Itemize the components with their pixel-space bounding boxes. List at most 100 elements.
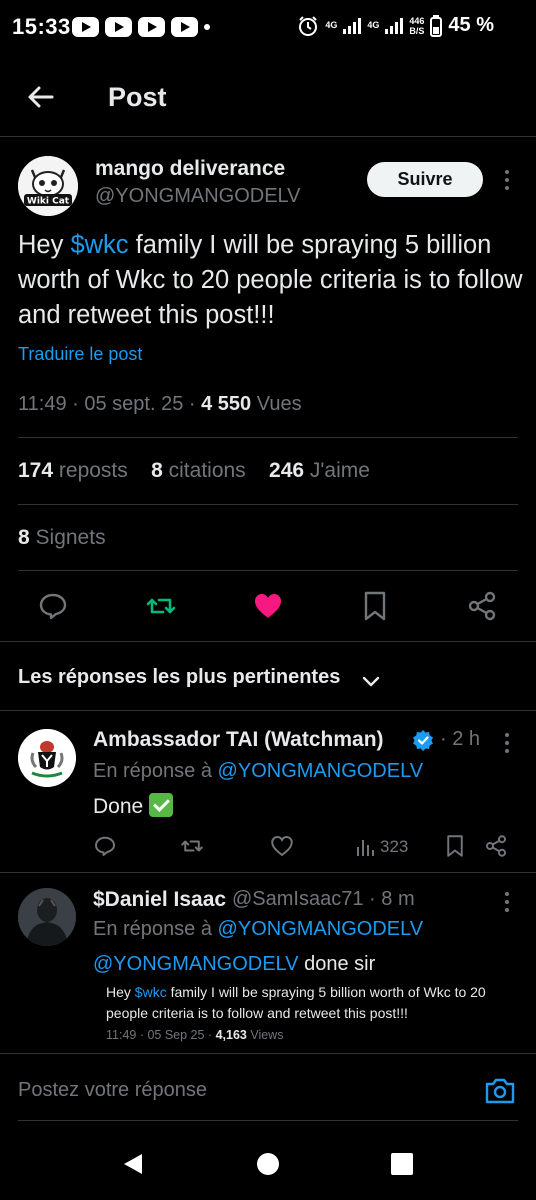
like-button[interactable] <box>252 590 284 622</box>
more-options-button[interactable] <box>504 733 510 757</box>
bookmark-button[interactable] <box>443 834 467 858</box>
more-options-button[interactable] <box>504 892 510 916</box>
reply-to-line: En réponse à @YONGMANGODELV <box>93 760 424 782</box>
avatar[interactable]: Wiki Cat <box>18 156 78 216</box>
mention-link[interactable]: @YONGMANGODELV <box>93 953 299 975</box>
avatar[interactable] <box>18 729 76 787</box>
post-meta: 11:49 · 05 sept. 25 · 4 550 Vues <box>18 393 302 415</box>
reply-text: @YONGMANGODELV done sir <box>93 953 376 975</box>
check-mark-icon <box>149 793 174 817</box>
heart-icon <box>271 836 293 857</box>
profile-photo <box>18 888 76 946</box>
back-button[interactable] <box>24 80 58 114</box>
nav-recents-icon[interactable] <box>390 1152 414 1176</box>
views-count: 4 550 <box>201 393 252 415</box>
repost-icon <box>146 598 176 614</box>
follow-button[interactable]: Suivre <box>367 162 483 197</box>
like-button[interactable] <box>270 834 294 858</box>
share-button[interactable] <box>466 590 498 622</box>
more-notifications-dot <box>204 24 210 30</box>
nav-home-icon[interactable] <box>256 1152 280 1176</box>
divider <box>18 504 518 505</box>
mention-link[interactable]: @YONGMANGODELV <box>218 918 424 940</box>
chevron-down-icon <box>362 676 380 687</box>
avatar[interactable] <box>18 888 76 946</box>
comment-icon <box>39 593 67 620</box>
post-time[interactable]: 11:49 <box>18 393 67 415</box>
system-nav-bar <box>0 1140 536 1200</box>
reposts-stat[interactable]: 174 reposts <box>18 459 128 482</box>
signal-icon <box>385 17 404 34</box>
heart-filled-icon <box>255 594 281 618</box>
status-bar: 15:33 4G 4G 446 B/S 45 % <box>0 0 536 56</box>
logo-caption: Wiki Cat <box>27 197 70 207</box>
alarm-icon <box>299 15 318 36</box>
embedded-post-screenshot[interactable]: Hey $wkc family I will be spraying 5 bil… <box>106 982 516 1024</box>
header: Post <box>0 64 536 134</box>
reply-to-line: En réponse à @YONGMANGODELV <box>93 918 424 940</box>
status-time: 15:33 <box>12 14 71 39</box>
camera-icon <box>485 1078 515 1104</box>
post-text: Hey $wkc family I will be spraying 5 bil… <box>18 231 523 329</box>
divider <box>18 1120 518 1121</box>
reply-handle-time: @SamIsaac71 · 8 m <box>232 888 415 910</box>
bar-chart-icon <box>357 840 374 856</box>
reply-input[interactable]: Postez votre réponse <box>18 1079 207 1102</box>
author-name[interactable]: mango deliverance <box>95 157 285 181</box>
sort-dropdown[interactable] <box>360 670 382 692</box>
battery-level: 45 % <box>448 14 494 36</box>
embedded-post-meta: 11:49 · 05 Sep 25 · 4,163 Views <box>106 1028 284 1042</box>
battery-icon <box>430 14 443 37</box>
youtube-icon <box>72 17 99 37</box>
bookmark-icon <box>447 835 463 857</box>
youtube-icon <box>138 17 165 37</box>
post-actions <box>0 590 536 624</box>
likes-stat[interactable]: 246 J'aime <box>269 459 370 482</box>
reply-button[interactable] <box>37 590 69 622</box>
share-icon <box>486 835 506 857</box>
page-title: Post <box>108 82 167 112</box>
reply-author-name[interactable]: $Daniel Isaac <box>93 888 226 912</box>
arrow-left-icon <box>28 86 54 108</box>
divider <box>0 641 536 642</box>
repost-button[interactable] <box>180 834 204 858</box>
bookmarks-stat[interactable]: 8 Signets <box>18 526 106 550</box>
youtube-icon <box>105 17 132 37</box>
reply-button[interactable] <box>93 834 117 858</box>
more-options-button[interactable] <box>504 170 510 194</box>
divider <box>0 710 536 711</box>
divider <box>0 1053 536 1054</box>
cashtag-link[interactable]: $wkc <box>70 231 128 259</box>
views-button[interactable] <box>355 836 377 858</box>
repost-icon <box>181 840 203 852</box>
reply-author-name[interactable]: Ambassador TAI (Watchman) <box>93 728 384 752</box>
mention-link[interactable]: @YONGMANGODELV <box>218 760 424 782</box>
post-stats: 174 reposts 8 citations 246 J'aime <box>18 459 370 483</box>
divider <box>0 136 536 137</box>
author-handle[interactable]: @YONGMANGODELV <box>95 185 301 208</box>
reply-views-count: 323 <box>380 837 409 856</box>
network-type: 4G <box>325 20 338 30</box>
replies-sort-label[interactable]: Les réponses les plus pertinentes <box>18 666 340 689</box>
network-type: 4G <box>367 20 380 30</box>
network-speed: 446 B/S <box>409 15 425 36</box>
reply-text: Done <box>93 793 174 819</box>
nav-back-icon[interactable] <box>120 1151 146 1177</box>
bookmark-icon <box>364 591 386 621</box>
post-date[interactable]: 05 sept. 25 <box>84 393 183 415</box>
youtube-icon <box>171 17 198 37</box>
bookmark-button[interactable] <box>359 590 391 622</box>
cat-logo: Wiki Cat <box>18 156 78 216</box>
views-label: Vues <box>256 393 302 415</box>
verified-badge-icon <box>413 730 433 751</box>
quotes-stat[interactable]: 8 citations <box>151 459 246 482</box>
notification-icons <box>72 17 210 37</box>
reply-time: · 2 h <box>440 728 481 750</box>
share-button[interactable] <box>484 834 508 858</box>
translate-link[interactable]: Traduire le post <box>18 344 142 365</box>
coat-of-arms-icon <box>18 729 76 787</box>
repost-button[interactable] <box>145 590 177 622</box>
divider <box>18 437 518 438</box>
signal-icon <box>343 17 362 34</box>
camera-button[interactable] <box>484 1076 516 1106</box>
